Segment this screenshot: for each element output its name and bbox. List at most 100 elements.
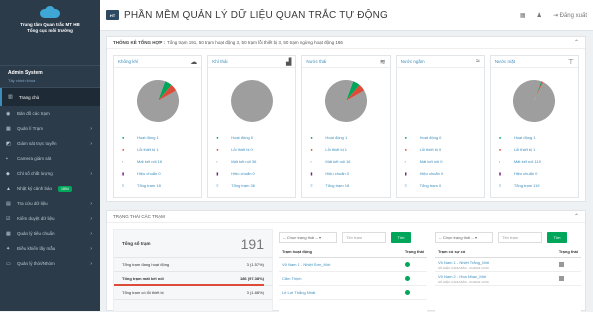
- sidebar-item-8[interactable]: ☑ Kiểm duyệt dữ liệu ›: [0, 211, 100, 226]
- legend-item: ● Lỗi thiết bị 0: [216, 143, 295, 155]
- card-title: Không khí: [118, 59, 139, 64]
- chevron-right-icon: ›: [90, 245, 92, 252]
- grid-icon: ▦: [6, 125, 11, 132]
- station-name[interactable]: Cẩm Thịnh: [282, 276, 302, 281]
- legend-label: Mất kết nối 119: [513, 158, 541, 164]
- legend-marker: ≡: [216, 182, 219, 188]
- legend-marker: ▮: [404, 170, 407, 176]
- stat-row: Tổng trạm mất kết nối 186 (97.38%): [114, 272, 272, 286]
- legend-item: ≡ Tổng trạm 18: [310, 179, 389, 191]
- legend-label: Tổng trạm 18: [137, 182, 161, 188]
- sidebar-item-10[interactable]: ✦ Điều khiển lấy mẫu ›: [0, 241, 100, 256]
- legend-item: ● Hoạt động 1: [122, 131, 201, 143]
- status-online-icon: [405, 262, 410, 267]
- legend-item: ▪ Mất kết nối 16: [310, 155, 389, 167]
- legend-label: Hoạt động 1: [325, 134, 348, 140]
- summary-card[interactable]: Không khí ☁ ● Hoạt động 1 ● Lỗi thiết bị 1 ▪ Mấ…: [113, 55, 203, 198]
- chevron-right-icon: ›: [90, 215, 92, 222]
- legend-item: ● Hoạt động 0: [216, 131, 295, 143]
- legend-label: Hoạt động 0: [231, 134, 253, 140]
- user-panel[interactable]: Admin System Tây chính khoa: [0, 66, 100, 88]
- sidebar-item-1[interactable]: ◉ Bản đồ các trạm: [0, 106, 100, 121]
- table-row[interactable]: Cẩm Thịnh: [279, 272, 427, 286]
- sidebar-item-label: Quản lí Trạm: [17, 126, 44, 131]
- table-row[interactable]: Võ Nam 1 - Nhiệt Sơn_Mới: [279, 258, 427, 272]
- logout-button[interactable]: ⇥ Đăng xuất: [553, 12, 587, 19]
- status-pie-chart: [325, 80, 367, 122]
- grid-icon[interactable]: ▦: [520, 12, 526, 19]
- sidebar-item-5[interactable]: ◆ Chỉ số chất lượng ›: [0, 166, 100, 181]
- collapse-icon[interactable]: ⌃: [574, 213, 579, 220]
- table-row[interactable]: Võ Nam 1 - Nhiệt Trắng_Mới SỐ HIỆU CẢNH B…: [435, 258, 581, 272]
- sidebar-item-3[interactable]: ◩ Giám sát trực tuyến ›: [0, 136, 100, 151]
- card-legend: ● Hoạt động 0 ● Lỗi thiết bị 0 ▪ Mất kết nối …: [208, 131, 295, 191]
- station-name[interactable]: Lê Lợi Thắng Nhất: [282, 290, 315, 295]
- total-stations-row: Tổng số trạm 191: [114, 230, 272, 258]
- legend-marker: ▮: [122, 170, 125, 176]
- station-alert: SỐ HIỆU CẢNH BÁO - 01/2022 12:00: [438, 265, 489, 270]
- legend-item: ▮ Hiệu chuẩn 0: [122, 167, 201, 179]
- legend-marker: ●: [404, 134, 408, 140]
- active-stations-table: -- Chọn trạng thái -- ▾ Tên trạm Tìm Trạm h…: [279, 229, 427, 312]
- waves-icon: ≈: [475, 58, 480, 65]
- search-button[interactable]: Tìm: [391, 231, 411, 243]
- sidebar-item-7[interactable]: ▤ Tra cứu dữ liệu ›: [0, 196, 100, 211]
- status-pie-chart: [418, 79, 462, 123]
- legend-item: ▪ Mất kết nối 119: [499, 155, 578, 167]
- status-select[interactable]: -- Chọn trạng thái -- ▾: [279, 231, 337, 243]
- summary-card[interactable]: Nước thải ≋ ● Hoạt động 1 ● Lỗi thiết bị 1 ▪ Mấ…: [301, 55, 391, 198]
- bell-icon[interactable]: ♟: [537, 12, 542, 19]
- status-offline-icon: [559, 262, 564, 267]
- sidebar-item-6[interactable]: ▲ Nhật ký cảnh báo 1894: [0, 181, 100, 196]
- check-icon: ☑: [6, 215, 11, 222]
- station-name[interactable]: Võ Nam 1 - Nhiệt Sơn_Mới: [282, 262, 330, 267]
- legend-marker: ≡: [404, 182, 407, 188]
- map-marker-icon: ◉: [6, 110, 11, 117]
- summary-card[interactable]: Nước mặt ⊤ ● Hoạt động 1 ● Lỗi thiết bị 1 ▪ Mất…: [489, 55, 580, 198]
- station-name[interactable]: Võ Nam 1 - Nhiệt Trắng_Mới: [438, 260, 489, 265]
- station-status-panel: TRẠNG THÁI CÁC TRẠM ⌃ Tổng số trạm 191 T…: [106, 210, 586, 312]
- station-name[interactable]: Võ Nam 2 - Hòa Nhạc_Mới: [438, 274, 486, 279]
- input-placeholder: Tên trạm: [346, 234, 363, 240]
- legend-label: Tổng trạm 0: [419, 182, 442, 188]
- summary-card[interactable]: Nước ngầm ≈ ● Hoạt động 0 ● Lỗi thiết bị 0 ▪ Mấ…: [395, 55, 485, 198]
- filter-controls: -- Chọn trạng thái -- ▾ Tên trạm Tìm: [435, 229, 581, 245]
- sidebar-item-9[interactable]: ▦ Quản lý tiêu chuẩn ›: [0, 226, 100, 241]
- search-button[interactable]: Tìm: [547, 231, 567, 243]
- sidebar-item-11[interactable]: ▭ Quản lý thời/Nhóm ›: [0, 256, 100, 271]
- legend-marker: ●: [216, 134, 219, 140]
- logout-label: Đăng xuất: [559, 12, 587, 19]
- summary-panel: THỐNG KÊ TỔNG HỢP : Tổng trạm 191, 50 tr…: [106, 36, 586, 202]
- summary-card[interactable]: Khí thải ▟ ● Hoạt động 0 ● Lỗi thiết bị 0 ▪ Mất…: [207, 55, 297, 198]
- legend-label: Mất kết nối 16: [137, 158, 163, 164]
- table-row[interactable]: Lê Lợi Thắng Nhất: [279, 286, 427, 300]
- sidebar-item-label: Chỉ số chất lượng: [17, 171, 53, 176]
- sidebar-item-4[interactable]: ▪ Camera giám sát: [0, 151, 100, 166]
- stat-row: Tổng trạm đang hoạt động 3 (1.57%): [114, 258, 272, 272]
- fault-stations-table: -- Chọn trạng thái -- ▾ Tên trạm Tìm Trạm c…: [435, 229, 581, 312]
- card-title: Nước ngầm: [400, 59, 425, 64]
- legend-marker: ●: [310, 134, 313, 140]
- stat-row: Tổng trạm có lỗi thiết bị 3 (1.88%): [114, 286, 272, 300]
- status-select[interactable]: -- Chọn trạng thái -- ▾: [435, 231, 493, 243]
- table-header: Trạm có sự cố Trạng thái: [435, 245, 581, 258]
- status-select-value: -- Chọn trạng thái --: [439, 234, 474, 240]
- legend-marker: ●: [310, 146, 313, 152]
- legend-marker: ≡: [498, 182, 502, 188]
- status-online-icon: [405, 290, 410, 295]
- station-name-input[interactable]: Tên trạm: [342, 231, 386, 243]
- stat-label: Tổng trạm mất kết nối: [122, 276, 164, 281]
- summary-header: THỐNG KÊ TỔNG HỢP : Tổng trạm 191, 50 tr…: [107, 37, 585, 49]
- legend-label: Mất kết nối 16: [325, 158, 351, 164]
- status-pie-chart: [136, 80, 179, 122]
- sidebar-item-0[interactable]: ▥ Trang chủ: [0, 88, 100, 106]
- org-subtitle: Tổng cục môi trường: [27, 28, 73, 33]
- collapse-icon[interactable]: ⌃: [574, 39, 579, 46]
- home-icon: ▥: [8, 94, 13, 100]
- legend-item: ● Hoạt động 1: [499, 131, 578, 143]
- table-row[interactable]: Võ Nam 2 - Hòa Nhạc_Mới SỐ HIỆU CẢNH BÁO …: [435, 272, 581, 286]
- sidebar-item-label: Bản đồ các trạm: [17, 111, 50, 116]
- station-name-input[interactable]: Tên trạm: [498, 231, 542, 243]
- legend-marker: ▮: [216, 170, 219, 176]
- sidebar-item-2[interactable]: ▦ Quản lí Trạm ›: [0, 121, 100, 136]
